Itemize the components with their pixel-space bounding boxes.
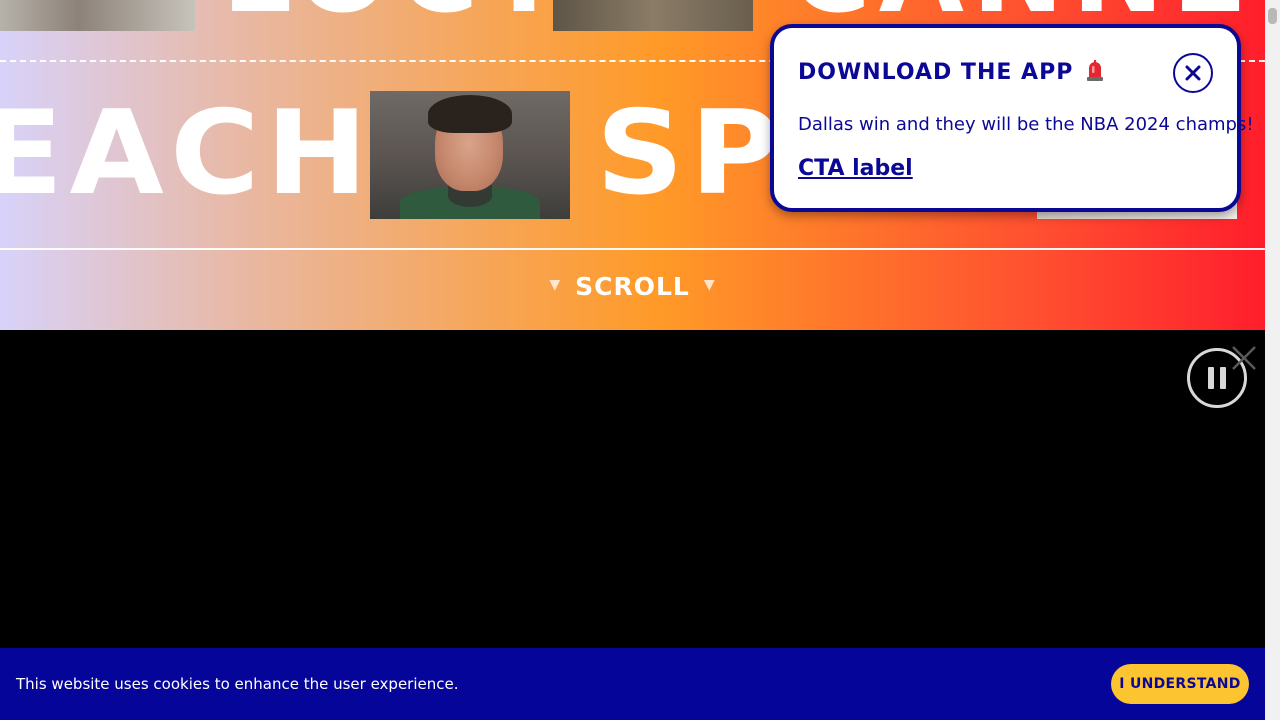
- popup-message: Dallas win and they will be the NBA 2024…: [798, 114, 1254, 135]
- solid-divider: [0, 248, 1265, 250]
- cookie-banner: This website uses cookies to enhance the…: [0, 648, 1265, 720]
- popup-close-button[interactable]: [1173, 53, 1213, 93]
- chevron-down-icon: ▼: [703, 277, 716, 293]
- popup-title-text: DOWNLOAD THE APP: [798, 60, 1074, 85]
- athlete-portrait-photo: [370, 91, 570, 219]
- close-icon: [1232, 346, 1256, 370]
- video-player[interactable]: [0, 330, 1265, 648]
- close-icon: [1185, 65, 1201, 81]
- popup-title: DOWNLOAD THE APP: [798, 60, 1104, 85]
- popup-cta-link[interactable]: CTA label: [798, 156, 913, 181]
- scrollbar-thumb[interactable]: [1268, 8, 1277, 24]
- hero-word-each: EACH: [0, 86, 374, 221]
- scroll-indicator[interactable]: ▼ SCROLL ▼: [0, 272, 1265, 301]
- video-close-button[interactable]: [1229, 343, 1259, 373]
- cookie-accept-button[interactable]: I UNDERSTAND: [1111, 664, 1249, 704]
- chevron-down-icon: ▼: [549, 277, 562, 293]
- siren-icon: [1087, 60, 1103, 81]
- download-app-popup: DOWNLOAD THE APP Dallas win and they wil…: [770, 24, 1254, 212]
- athlete-photo-top-middle: [553, 0, 753, 31]
- hero-word-top-left: LOCT: [222, 0, 569, 28]
- athlete-photo-top-left: [0, 0, 195, 31]
- hero-word-sp: SP: [596, 86, 786, 221]
- scroll-label: SCROLL: [575, 272, 690, 301]
- page-scrollbar[interactable]: [1265, 0, 1280, 720]
- pause-icon: [1208, 367, 1214, 389]
- cookie-message: This website uses cookies to enhance the…: [16, 675, 459, 693]
